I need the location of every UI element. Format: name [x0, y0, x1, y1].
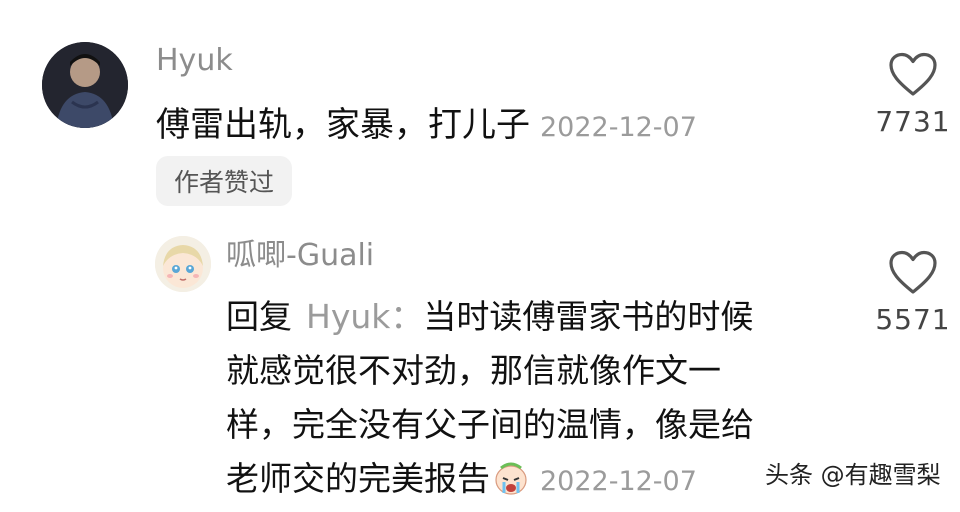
reply-line-4-text: 老师交的完美报告 — [226, 459, 490, 498]
heart-outline-icon — [889, 250, 937, 294]
avatar-guali[interactable] — [155, 236, 211, 292]
reply-like-count: 5571 — [875, 303, 951, 336]
comment-username[interactable]: Hyuk — [156, 46, 233, 76]
reply-line-4: 老师交的完美报告 2022-12-07 — [226, 452, 846, 512]
reply-username[interactable]: 呱唧-Guali — [226, 241, 374, 271]
comment-like-count: 7731 — [875, 105, 951, 138]
crying-face-emoji-icon — [492, 458, 530, 512]
watermark: 头条 @有趣雪梨 — [765, 461, 941, 489]
reply-line-2: 就感觉很不对劲，那信就像作文一 — [226, 351, 721, 390]
comment-date: 2022-12-07 — [540, 112, 697, 143]
reply-line-3: 样，完全没有父子间的温情，像是给 — [226, 405, 754, 444]
avatar-hyuk[interactable] — [42, 42, 128, 128]
reply-target-user[interactable]: Hyuk： — [306, 297, 423, 336]
reply-prefix: 回复 — [226, 297, 292, 336]
reply-date: 2022-12-07 — [540, 466, 697, 497]
avatar-hyuk-image — [42, 42, 128, 128]
reply-line-1-text: 当时读傅雷家书的时候 — [423, 297, 754, 336]
author-liked-badge: 作者赞过 — [156, 156, 293, 206]
comment-like-button[interactable]: 7731 — [868, 52, 958, 136]
heart-outline-icon — [889, 52, 937, 96]
comment-text: 傅雷出轨，家暴，打儿子 2022-12-07 — [156, 104, 697, 149]
reply-like-button[interactable]: 5571 — [868, 250, 958, 334]
reply-text: 回复 Hyuk：当时读傅雷家书的时候 就感觉很不对劲，那信就像作文一 样，完全没有… — [226, 290, 846, 512]
comment-body: 傅雷出轨，家暴，打儿子 — [156, 105, 530, 145]
avatar-guali-image — [155, 236, 211, 292]
reply-line-1: 回复 Hyuk：当时读傅雷家书的时候 — [226, 290, 846, 344]
